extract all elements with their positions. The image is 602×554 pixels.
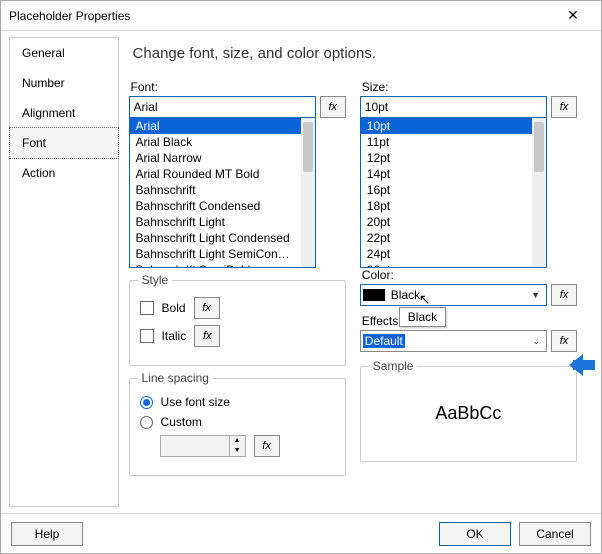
main-panel: Change font, size, and color options. Fo… xyxy=(123,31,601,513)
size-option[interactable]: 12pt xyxy=(361,150,532,166)
font-option[interactable]: Bahnschrift xyxy=(130,182,301,198)
ok-button[interactable]: OK xyxy=(439,522,511,546)
font-option[interactable]: Arial Narrow xyxy=(130,150,301,166)
sidebar-item-font[interactable]: Font xyxy=(9,127,119,159)
window-title: Placeholder Properties xyxy=(9,9,553,23)
size-option[interactable]: 18pt xyxy=(361,198,532,214)
size-option[interactable]: 10pt xyxy=(361,118,532,134)
size-option[interactable]: 26pt xyxy=(361,262,532,268)
style-group: Style Bold Italic xyxy=(129,280,346,366)
sidebar-item-general[interactable]: General xyxy=(10,38,118,68)
sample-group: Sample AaBbCc xyxy=(360,366,577,462)
size-list-scrollbar[interactable] xyxy=(532,118,546,267)
sidebar-item-action[interactable]: Action xyxy=(10,158,118,188)
category-sidebar: General Number Alignment Font Action xyxy=(9,37,119,507)
chevron-down-icon[interactable]: ⌄ xyxy=(528,336,544,347)
effects-label: Effects: xyxy=(362,314,577,328)
italic-label: Italic xyxy=(162,329,187,343)
effects-value: Default xyxy=(363,334,405,348)
line-spacing-legend: Line spacing xyxy=(138,371,213,385)
size-option[interactable]: 11pt xyxy=(361,134,532,150)
chevron-up-icon[interactable]: ▲ xyxy=(230,436,245,446)
custom-radio[interactable] xyxy=(140,416,153,429)
effects-combobox[interactable]: Default ⌄ xyxy=(360,330,547,352)
dialog-window: Placeholder Properties ✕ General Number … xyxy=(0,0,602,554)
font-option[interactable]: Bahnschrift Condensed xyxy=(130,198,301,214)
cancel-button[interactable]: Cancel xyxy=(519,522,591,546)
help-button[interactable]: Help xyxy=(11,522,83,546)
color-label: Color: xyxy=(362,268,577,282)
chevron-down-icon[interactable]: ▼ xyxy=(230,446,245,456)
font-option[interactable]: Bahnschrift SemiBold xyxy=(130,262,301,268)
close-icon[interactable]: ✕ xyxy=(553,7,593,24)
bold-expression-button[interactable] xyxy=(194,297,220,319)
titlebar: Placeholder Properties ✕ xyxy=(1,1,601,31)
bold-label: Bold xyxy=(162,301,186,315)
font-option[interactable]: Arial Rounded MT Bold xyxy=(130,166,301,182)
size-label: Size: xyxy=(362,80,577,94)
size-option[interactable]: 22pt xyxy=(361,230,532,246)
page-heading: Change font, size, and color options. xyxy=(133,45,577,62)
color-combobox[interactable]: Black ▼ ↖ Black xyxy=(360,284,547,306)
italic-checkbox[interactable] xyxy=(140,329,154,343)
font-listbox[interactable]: Arial Arial Black Arial Narrow Arial Rou… xyxy=(129,118,316,268)
line-spacing-group: Line spacing Use font size Custom xyxy=(129,378,346,476)
bold-checkbox[interactable] xyxy=(140,301,154,315)
size-expression-button[interactable] xyxy=(551,96,577,118)
italic-expression-button[interactable] xyxy=(194,325,220,347)
use-font-size-label: Use font size xyxy=(161,395,230,409)
font-input[interactable] xyxy=(129,96,316,118)
sample-legend: Sample xyxy=(369,359,418,373)
size-input[interactable] xyxy=(360,96,547,118)
sidebar-item-number[interactable]: Number xyxy=(10,68,118,98)
font-option[interactable]: Bahnschrift Light Condensed xyxy=(130,230,301,246)
size-option[interactable]: 20pt xyxy=(361,214,532,230)
cursor-icon: ↖ xyxy=(419,291,431,308)
font-option[interactable]: Arial Black xyxy=(130,134,301,150)
size-option[interactable]: 24pt xyxy=(361,246,532,262)
font-expression-button[interactable] xyxy=(320,96,346,118)
font-option[interactable]: Arial xyxy=(130,118,301,134)
font-list-scrollbar[interactable] xyxy=(301,118,315,267)
line-spacing-expression-button[interactable] xyxy=(254,435,280,457)
style-legend: Style xyxy=(138,273,173,287)
font-option[interactable]: Bahnschrift Light SemiCondensed xyxy=(130,246,301,262)
font-label: Font: xyxy=(131,80,346,94)
use-font-size-radio[interactable] xyxy=(140,396,153,409)
size-option[interactable]: 16pt xyxy=(361,182,532,198)
sample-preview: AaBbCc xyxy=(371,377,566,449)
effects-expression-button[interactable] xyxy=(551,330,577,352)
font-option[interactable]: Bahnschrift Light xyxy=(130,214,301,230)
custom-label: Custom xyxy=(161,415,202,429)
color-tooltip: Black xyxy=(399,307,446,327)
dialog-footer: Help OK Cancel xyxy=(1,513,601,553)
chevron-down-icon[interactable]: ▼ xyxy=(527,290,544,300)
sidebar-item-alignment[interactable]: Alignment xyxy=(10,98,118,128)
color-value: Black xyxy=(391,288,420,302)
color-swatch-icon xyxy=(363,289,385,301)
size-option[interactable]: 14pt xyxy=(361,166,532,182)
size-listbox[interactable]: 10pt 11pt 12pt 14pt 16pt 18pt 20pt 22pt … xyxy=(360,118,547,268)
color-expression-button[interactable] xyxy=(551,284,577,306)
annotation-arrow-icon xyxy=(573,354,602,376)
custom-spacing-spinner[interactable]: ▲▼ xyxy=(160,435,246,457)
